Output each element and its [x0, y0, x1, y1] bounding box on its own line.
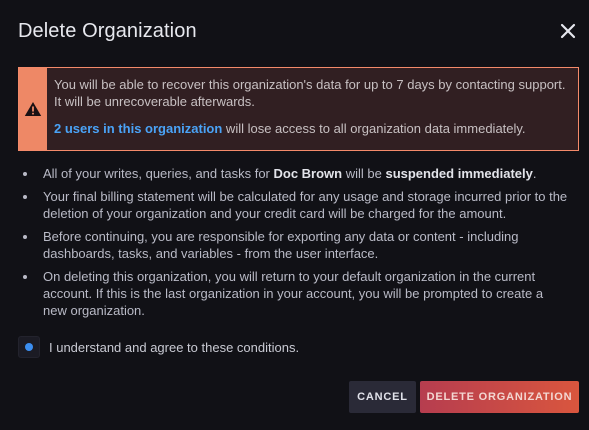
condition-text: will be — [342, 166, 386, 181]
close-button[interactable] — [557, 20, 579, 42]
warning-icon — [24, 102, 42, 116]
close-icon — [560, 23, 576, 39]
alert-line-users: 2 users in this organization will lose a… — [54, 120, 570, 137]
suspended-emphasis: suspended immediately — [385, 166, 533, 181]
condition-suspend: All of your writes, queries, and tasks f… — [23, 165, 568, 182]
condition-export: Before continuing, you are responsible f… — [23, 228, 568, 262]
warning-alert: You will be able to recover this organiz… — [18, 67, 579, 151]
cancel-button[interactable]: CANCEL — [349, 381, 416, 413]
org-owner-name: Doc Brown — [273, 166, 343, 181]
alert-users-suffix: will lose access to all organization dat… — [222, 121, 526, 136]
alert-line-recovery: You will be able to recover this organiz… — [54, 77, 566, 109]
agree-checkbox-row[interactable]: I understand and agree to these conditio… — [18, 336, 299, 358]
users-link[interactable]: 2 users in this organization — [54, 121, 222, 136]
dialog-title: Delete Organization — [18, 20, 197, 42]
conditions-list: All of your writes, queries, and tasks f… — [23, 165, 568, 325]
delete-organization-dialog: Delete Organization You will be able to … — [0, 0, 589, 430]
condition-default-org: On deleting this organization, you will … — [23, 268, 568, 319]
alert-message: You will be able to recover this organiz… — [47, 68, 578, 150]
agree-label: I understand and agree to these conditio… — [49, 339, 300, 355]
alert-stripe — [19, 68, 47, 150]
checkbox-checked-dot — [25, 343, 33, 351]
delete-organization-button[interactable]: DELETE ORGANIZATION — [420, 381, 579, 413]
agree-checkbox[interactable] — [18, 336, 40, 358]
condition-billing: Your final billing statement will be cal… — [23, 188, 568, 222]
condition-text: All of your writes, queries, and tasks f… — [43, 166, 274, 181]
condition-text: . — [532, 166, 537, 181]
